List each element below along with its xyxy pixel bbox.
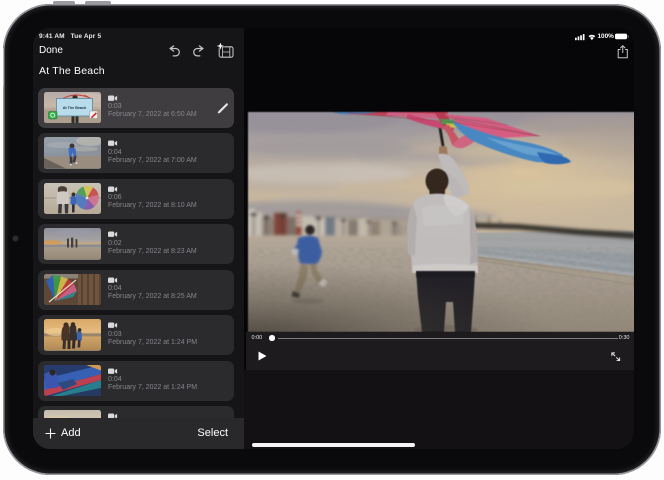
svg-text:At The Beach: At The Beach	[62, 106, 86, 110]
